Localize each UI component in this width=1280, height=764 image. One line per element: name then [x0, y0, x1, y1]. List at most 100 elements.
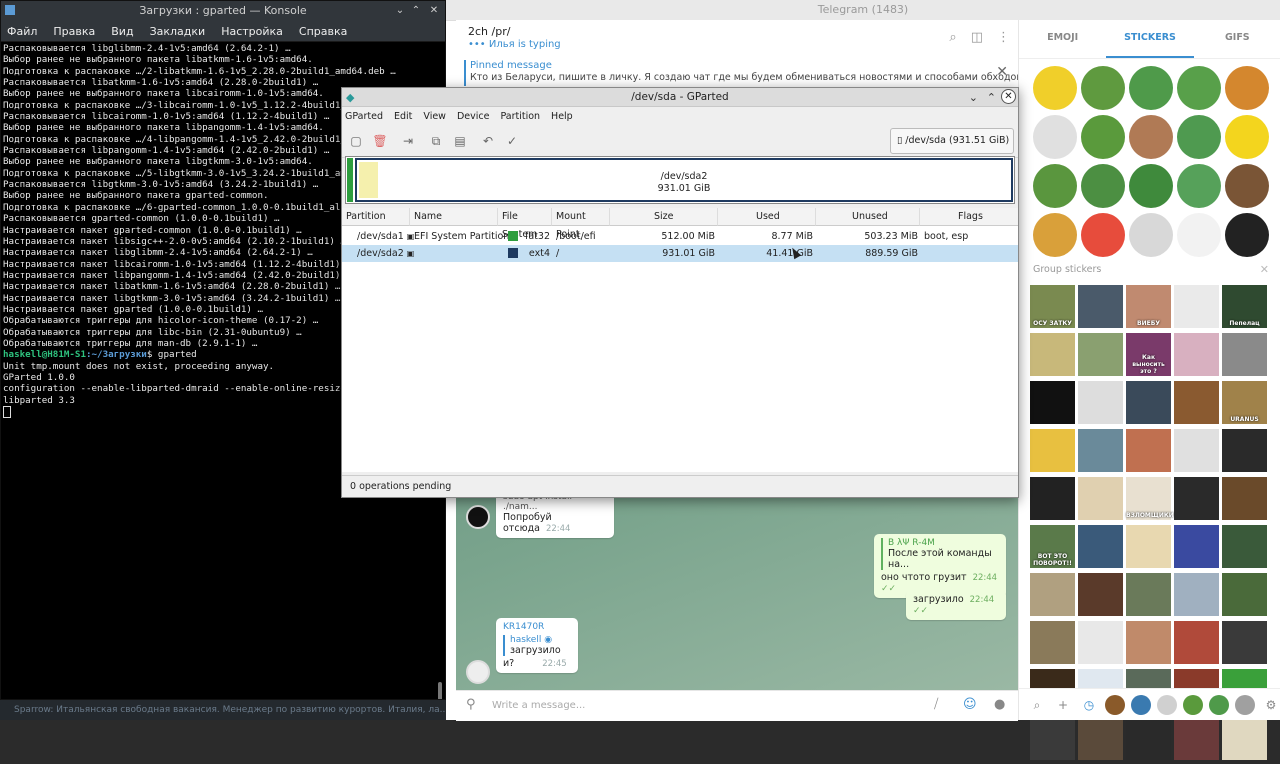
- message-author[interactable]: KR1470R: [503, 622, 571, 632]
- new-partition-icon[interactable]: ▢: [348, 133, 364, 149]
- gparted-titlebar[interactable]: ◆ /dev/sda - GParted ⌄ ⌃ ✕: [342, 88, 1018, 107]
- group-sticker[interactable]: [1126, 717, 1171, 760]
- group-sticker[interactable]: [1126, 525, 1171, 568]
- sticker[interactable]: [1081, 115, 1125, 159]
- group-sticker[interactable]: [1078, 621, 1123, 664]
- sticker-set-icon[interactable]: [1131, 694, 1151, 715]
- sticker[interactable]: [1081, 213, 1125, 257]
- group-sticker[interactable]: [1078, 429, 1123, 472]
- group-sticker[interactable]: [1222, 717, 1267, 760]
- sticker-set-icon[interactable]: [1105, 694, 1125, 715]
- menu-device[interactable]: Device: [457, 111, 490, 122]
- device-selector[interactable]: ▯ /dev/sda (931.51 GiB) ▾: [890, 128, 1014, 170]
- close-icon[interactable]: ✕: [427, 4, 441, 18]
- column-header[interactable]: Mount Point: [552, 208, 610, 240]
- group-sticker[interactable]: [1222, 621, 1267, 664]
- microphone-icon[interactable]: ●: [994, 697, 1005, 712]
- menu-bookmarks[interactable]: Закладки: [150, 25, 206, 38]
- close-icon[interactable]: ✕: [1260, 263, 1269, 276]
- column-header[interactable]: Name: [410, 208, 498, 226]
- chat-title[interactable]: 2ch /pr/: [468, 25, 510, 38]
- menu-view[interactable]: View: [423, 111, 446, 122]
- group-sticker[interactable]: [1030, 477, 1075, 520]
- telegram-titlebar[interactable]: Telegram (1483): [446, 0, 1280, 21]
- group-sticker[interactable]: [1078, 381, 1123, 424]
- group-sticker[interactable]: [1174, 573, 1219, 616]
- partition-bar-sda2[interactable]: /dev/sda2 931.01 GiB: [355, 158, 1013, 202]
- column-header[interactable]: Unused: [816, 208, 920, 226]
- tab-stickers[interactable]: STICKERS: [1106, 20, 1194, 58]
- sticker[interactable]: [1081, 164, 1125, 208]
- more-icon[interactable]: ⋮: [997, 30, 1010, 45]
- group-sticker[interactable]: [1078, 573, 1123, 616]
- group-sticker[interactable]: [1174, 285, 1219, 328]
- menu-partition[interactable]: Partition: [500, 111, 540, 122]
- close-icon[interactable]: ✕: [996, 64, 1008, 80]
- group-sticker[interactable]: ОСУ ЗАТКУ: [1030, 285, 1075, 328]
- close-icon[interactable]: ✕: [1001, 89, 1016, 104]
- group-sticker[interactable]: [1174, 477, 1219, 520]
- undo-icon[interactable]: ↶: [480, 133, 496, 149]
- gear-icon[interactable]: ⚙: [1261, 695, 1280, 715]
- sticker[interactable]: [1033, 115, 1077, 159]
- sticker[interactable]: [1225, 213, 1269, 257]
- group-sticker[interactable]: [1030, 333, 1075, 376]
- group-sticker[interactable]: URANUS: [1222, 381, 1267, 424]
- column-header[interactable]: Flags: [920, 208, 1018, 226]
- resize-move-icon[interactable]: ⇥: [400, 133, 416, 149]
- group-sticker[interactable]: [1030, 429, 1075, 472]
- menu-edit[interactable]: Правка: [53, 25, 95, 38]
- group-sticker[interactable]: [1174, 381, 1219, 424]
- sticker[interactable]: [1225, 115, 1269, 159]
- group-sticker[interactable]: [1222, 429, 1267, 472]
- sticker[interactable]: [1081, 66, 1125, 110]
- column-header[interactable]: Partition: [342, 208, 410, 226]
- menu-file[interactable]: Файл: [7, 25, 37, 38]
- avatar[interactable]: [466, 505, 490, 529]
- group-sticker[interactable]: [1126, 621, 1171, 664]
- tab-gifs[interactable]: GIFS: [1194, 20, 1280, 58]
- group-sticker[interactable]: [1222, 525, 1267, 568]
- sticker[interactable]: [1177, 66, 1221, 110]
- partition-bar-sda1[interactable]: [347, 158, 353, 202]
- avatar[interactable]: [466, 660, 490, 684]
- sticker[interactable]: [1129, 66, 1173, 110]
- delete-icon[interactable]: 🗑: [372, 133, 388, 149]
- sidebar-toggle-icon[interactable]: ◫: [971, 30, 983, 45]
- menu-edit[interactable]: Edit: [394, 111, 412, 122]
- group-sticker[interactable]: [1174, 621, 1219, 664]
- group-sticker[interactable]: Как выносить это ?: [1126, 333, 1171, 376]
- sticker[interactable]: [1225, 66, 1269, 110]
- group-sticker[interactable]: [1030, 717, 1075, 760]
- menu-gparted[interactable]: GParted: [345, 111, 383, 122]
- group-sticker[interactable]: [1126, 381, 1171, 424]
- group-sticker[interactable]: [1030, 621, 1075, 664]
- message-bubble[interactable]: KR1470R haskell ◉ загрузило и? 22:45: [496, 618, 578, 673]
- search-icon[interactable]: ⌕: [949, 30, 956, 45]
- group-sticker[interactable]: ВЗЛОМЩИКИ: [1126, 477, 1174, 520]
- add-icon[interactable]: +: [1053, 695, 1073, 715]
- konsole-titlebar[interactable]: Загрузки : gparted — Konsole ⌄ ⌃ ✕: [1, 1, 445, 21]
- chevron-down-icon[interactable]: ⌄: [393, 4, 407, 18]
- sticker-set-icon[interactable]: [1183, 694, 1203, 715]
- terminal-scrollbar[interactable]: [438, 682, 442, 699]
- pinned-message[interactable]: Pinned message Кто из Беларуси, пишите в…: [456, 58, 1074, 89]
- column-header[interactable]: Used: [718, 208, 816, 226]
- group-sticker[interactable]: [1222, 333, 1267, 376]
- column-header[interactable]: File System: [498, 208, 552, 240]
- group-sticker[interactable]: [1174, 525, 1219, 568]
- group-sticker[interactable]: [1222, 573, 1267, 616]
- menu-settings[interactable]: Настройка: [221, 25, 283, 38]
- group-sticker[interactable]: ВИЕБУ: [1126, 285, 1171, 328]
- table-row-selected[interactable]: /dev/sda2 ▣ ext4 / 931.01 GiB 41.41 GiB …: [342, 245, 1018, 262]
- sticker-set-icon[interactable]: [1157, 694, 1177, 715]
- group-sticker[interactable]: [1078, 333, 1123, 376]
- maximize-icon[interactable]: ⌃: [987, 89, 996, 107]
- group-sticker[interactable]: [1222, 477, 1267, 520]
- sticker[interactable]: [1177, 115, 1221, 159]
- group-sticker[interactable]: ВОТ ЭТО ПОВОРОТ!!: [1030, 525, 1075, 568]
- tab-emoji[interactable]: EMOJI: [1019, 20, 1106, 58]
- attach-icon[interactable]: ⚲: [466, 697, 476, 712]
- message-bubble-outgoing[interactable]: загрузило 22:44 ✓✓: [906, 590, 1006, 620]
- group-sticker[interactable]: Пепелац: [1222, 285, 1267, 328]
